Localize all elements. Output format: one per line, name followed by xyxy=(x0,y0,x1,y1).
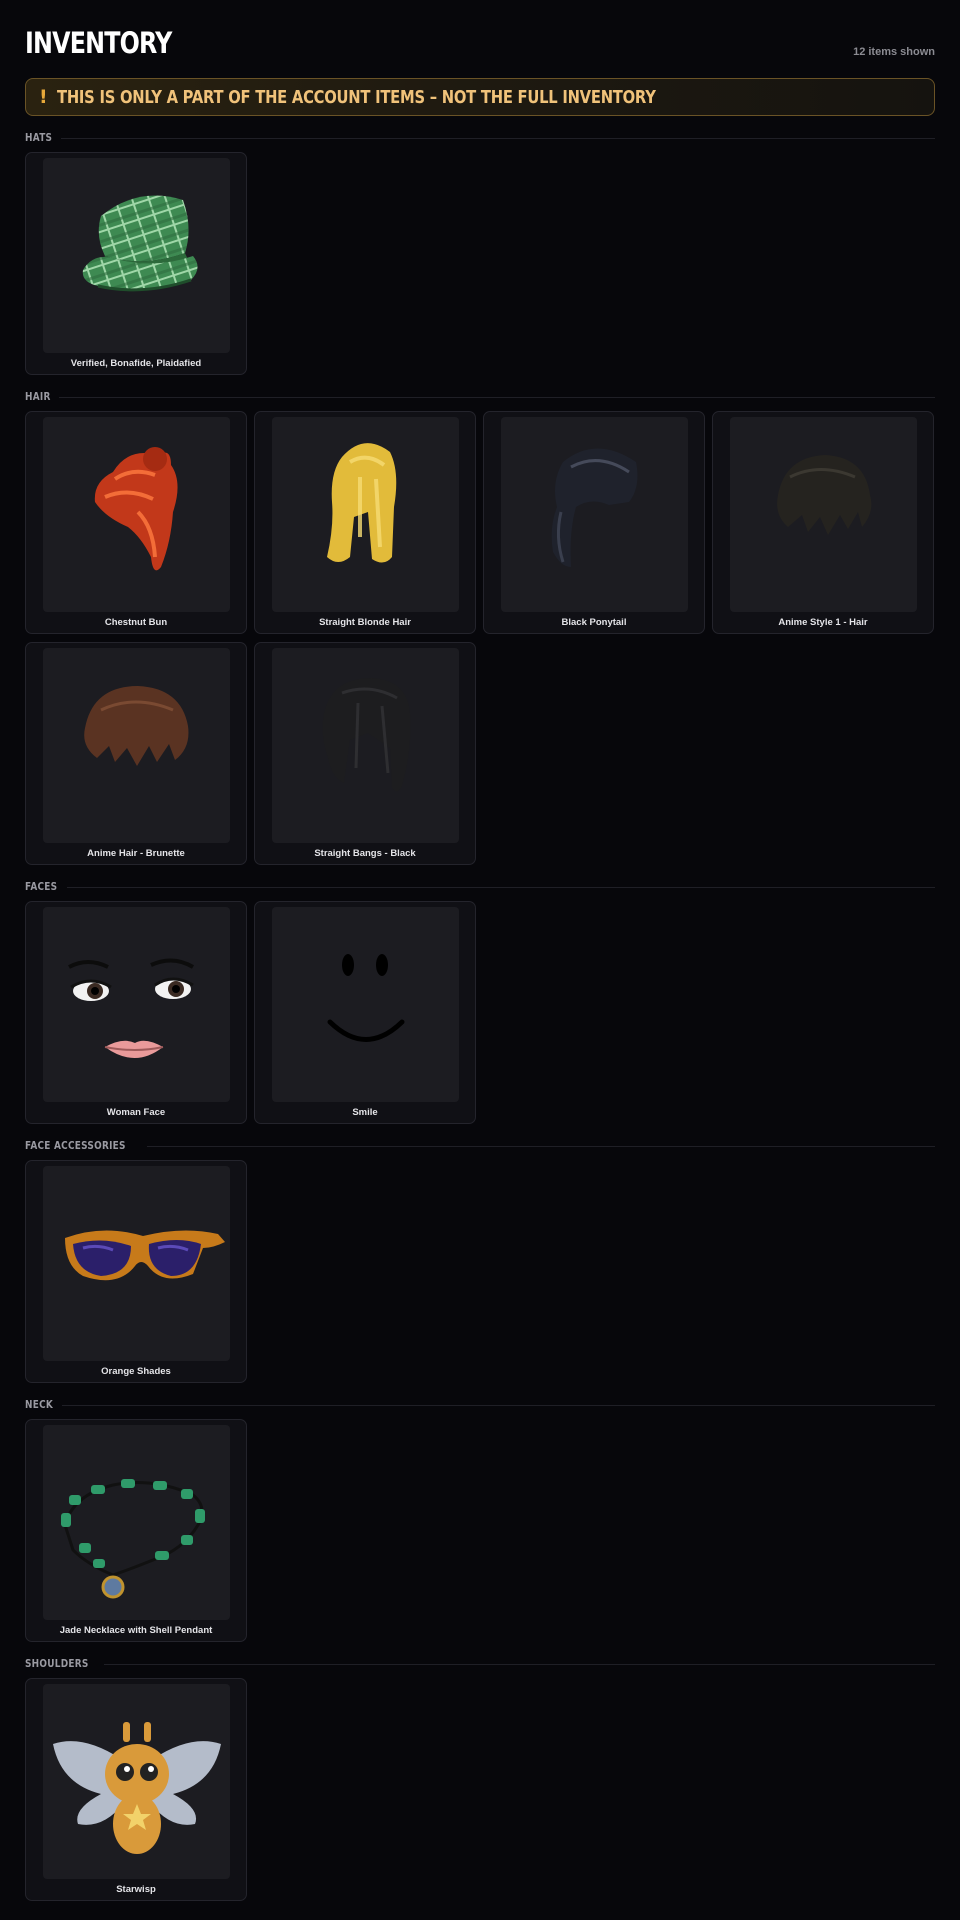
section-label: HATS xyxy=(25,132,53,144)
item-card[interactable]: Straight Blonde Hair xyxy=(254,411,476,634)
faces-grid: Woman Face Smile xyxy=(25,901,935,1124)
item-card[interactable]: Smile xyxy=(254,901,476,1124)
neck-grid: Jade Necklace with Shell Pendant xyxy=(25,1419,935,1642)
item-name: Anime Hair - Brunette xyxy=(87,848,185,859)
item-name: Straight Bangs - Black xyxy=(314,848,416,859)
smile-face-icon xyxy=(272,907,459,1102)
page-title: INVENTORY xyxy=(25,26,172,60)
woman-face-icon xyxy=(43,907,230,1102)
item-name: Black Ponytail xyxy=(561,617,627,628)
section-label: HAIR xyxy=(25,391,51,403)
shoulders-grid: Starwisp xyxy=(25,1678,935,1901)
section-label: SHOULDERS xyxy=(25,1658,89,1670)
warning-text: THIS IS ONLY A PART OF THE ACCOUNT ITEMS… xyxy=(56,86,656,108)
section-divider xyxy=(61,137,935,139)
section-divider xyxy=(62,1404,935,1406)
inventory-page: INVENTORY 12 items shown ! THIS IS ONLY … xyxy=(25,0,935,1901)
section-label: NECK xyxy=(25,1399,54,1411)
item-name: Woman Face xyxy=(106,1107,166,1118)
warning-banner: ! THIS IS ONLY A PART OF THE ACCOUNT ITE… xyxy=(25,78,935,116)
section-header-face-accessories: FACE ACCESSORIES xyxy=(25,1138,935,1154)
orange-shades-icon xyxy=(43,1166,230,1361)
section-header-hair: HAIR xyxy=(25,389,935,405)
item-card[interactable]: Straight Bangs - Black xyxy=(254,642,476,865)
hair-grid: Chestnut Bun Straight Blonde Hair Black … xyxy=(25,411,935,865)
item-card[interactable]: Jade Necklace with Shell Pendant xyxy=(25,1419,247,1642)
section-header-faces: FACES xyxy=(25,879,935,895)
item-name: Verified, Bonafide, Plaidafied xyxy=(70,358,202,369)
plaid-cap-icon xyxy=(43,158,230,353)
warning-icon: ! xyxy=(39,86,48,108)
item-card[interactable]: Anime Hair - Brunette xyxy=(25,642,247,865)
brunette-hair-icon xyxy=(43,648,230,843)
item-card[interactable]: Black Ponytail xyxy=(483,411,705,634)
black-bangs-icon xyxy=(272,648,459,843)
item-name: Straight Blonde Hair xyxy=(319,617,411,628)
page-header: INVENTORY 12 items shown xyxy=(25,0,935,78)
jade-necklace-icon xyxy=(43,1425,230,1620)
section-header-hats: HATS xyxy=(25,130,935,146)
item-card[interactable]: Chestnut Bun xyxy=(25,411,247,634)
item-name: Starwisp xyxy=(116,1884,156,1895)
item-name: Jade Necklace with Shell Pendant xyxy=(59,1625,213,1636)
black-ponytail-icon xyxy=(501,417,688,612)
item-card[interactable]: Woman Face xyxy=(25,901,247,1124)
section-header-neck: NECK xyxy=(25,1397,935,1413)
section-divider xyxy=(147,1145,935,1147)
section-divider xyxy=(67,886,935,888)
anime-hair-icon xyxy=(730,417,917,612)
item-name: Orange Shades xyxy=(101,1366,171,1377)
section-header-shoulders: SHOULDERS xyxy=(25,1656,935,1672)
item-card[interactable]: Orange Shades xyxy=(25,1160,247,1383)
section-label: FACE ACCESSORIES xyxy=(25,1140,126,1152)
item-name: Chestnut Bun xyxy=(104,617,168,628)
item-card[interactable]: Starwisp xyxy=(25,1678,247,1901)
hats-grid: Verified, Bonafide, Plaidafied xyxy=(25,152,935,375)
item-card[interactable]: Verified, Bonafide, Plaidafied xyxy=(25,152,247,375)
section-label: FACES xyxy=(25,881,58,893)
item-name: Anime Style 1 - Hair xyxy=(778,617,868,628)
items-count: 12 items shown xyxy=(853,46,935,58)
starwisp-icon xyxy=(43,1684,230,1879)
item-name: Smile xyxy=(352,1107,378,1118)
blonde-hair-icon xyxy=(272,417,459,612)
face-accessories-grid: Orange Shades xyxy=(25,1160,935,1383)
item-card[interactable]: Anime Style 1 - Hair xyxy=(712,411,934,634)
section-divider xyxy=(59,396,935,398)
section-divider xyxy=(103,1663,935,1665)
chestnut-bun-icon xyxy=(43,417,230,612)
